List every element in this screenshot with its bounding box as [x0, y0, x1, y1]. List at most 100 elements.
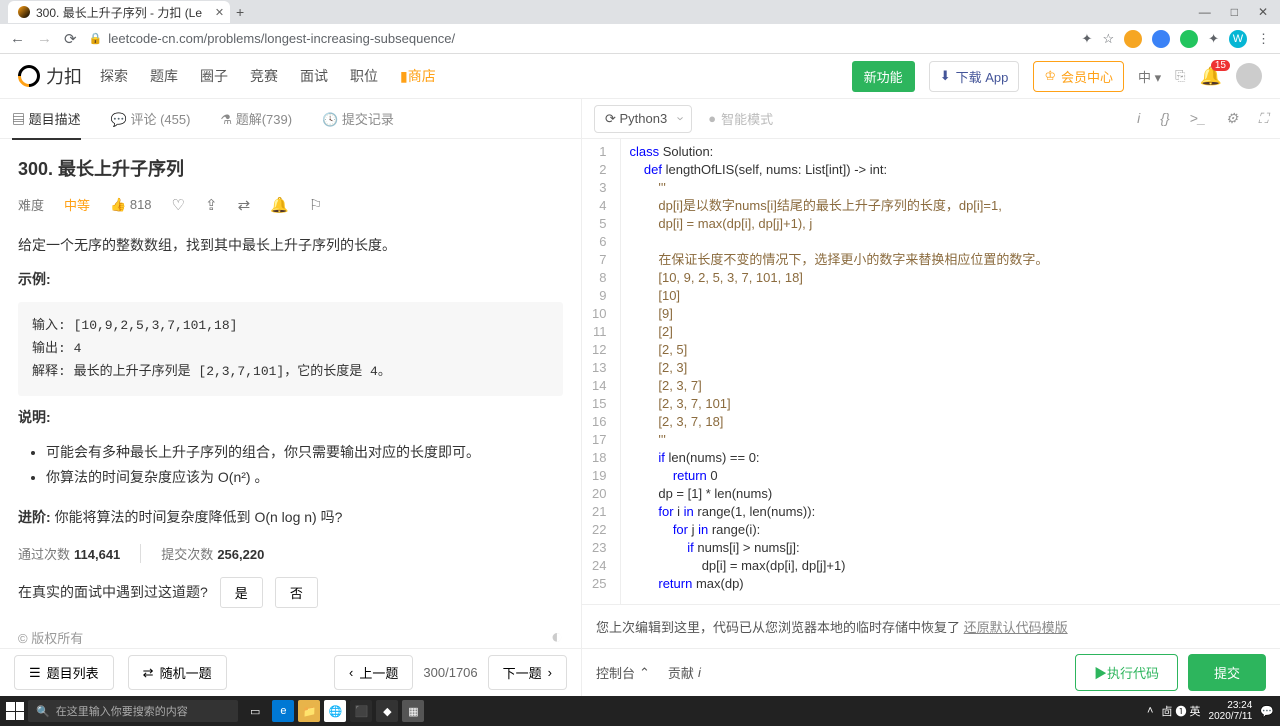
- taskbar-app[interactable]: e: [272, 700, 294, 722]
- fullscreen-icon[interactable]: ⛶: [1258, 110, 1268, 127]
- left-panel: ▤ 题目描述 💬 评论 (455) ⚗ 题解(739) 🕓 提交记录 300. …: [0, 99, 582, 696]
- window-minimize-icon[interactable]: —: [1199, 5, 1211, 19]
- ext-icon[interactable]: ☆: [1102, 31, 1114, 47]
- editor-toolbar: ⟳ Python3 ● 智能模式 i {} >_ ⚙ ⛶: [582, 99, 1280, 139]
- profile-icon[interactable]: W: [1229, 30, 1247, 48]
- problem-meta: 难度 中等 👍 818 ♡ ⇪ ⇄ 🔔 ⚐: [18, 195, 563, 214]
- favorite-icon[interactable]: ♡: [172, 196, 185, 214]
- tab-description[interactable]: ▤ 题目描述: [12, 109, 81, 140]
- problem-body: 300. 最长上升子序列 难度 中等 👍 818 ♡ ⇪ ⇄ 🔔 ⚐ 给定一个无…: [0, 139, 581, 648]
- browser-toolbar: ← → ⟳ 🔒 leetcode-cn.com/problems/longest…: [0, 24, 1280, 54]
- nav-problems[interactable]: 题库: [150, 66, 178, 86]
- settings-icon[interactable]: ⚙: [1226, 110, 1239, 127]
- restore-notice: 您上次编辑到这里，代码已从您浏览器本地的临时存储中恢复了 还原默认代码模版: [582, 604, 1280, 648]
- tab-close-icon[interactable]: ✕: [215, 6, 224, 19]
- seen-question: 在真实的面试中遇到过这道题?: [18, 582, 208, 602]
- taskbar-app[interactable]: ⬛: [350, 700, 372, 722]
- console-toggle[interactable]: 控制台 ⌃: [596, 663, 650, 682]
- taskbar-app[interactable]: ▦: [402, 700, 424, 722]
- random-button[interactable]: ⇄ 随机一题: [128, 655, 227, 690]
- lock-icon: 🔒: [89, 32, 103, 45]
- problem-list-button[interactable]: ☰ 题目列表: [14, 655, 114, 690]
- nav-contest[interactable]: 竞赛: [250, 66, 278, 86]
- next-button[interactable]: 下一题 ›: [488, 655, 567, 690]
- window-close-icon[interactable]: ✕: [1258, 5, 1268, 19]
- problem-intro: 给定一个无序的整数数组，找到其中最长上升子序列的长度。: [18, 234, 563, 258]
- seen-yes-button[interactable]: 是: [220, 577, 263, 608]
- address-bar[interactable]: 🔒 leetcode-cn.com/problems/longest-incre…: [89, 31, 1070, 46]
- feedback-icon[interactable]: ⚐: [309, 196, 322, 214]
- logo-icon: [13, 60, 44, 91]
- terminal-icon[interactable]: >_: [1190, 110, 1206, 127]
- nav-explore[interactable]: 探索: [100, 66, 128, 86]
- restore-default-link[interactable]: 还原默认代码模版: [964, 620, 1068, 635]
- back-button[interactable]: ←: [10, 30, 25, 47]
- nav-jobs[interactable]: 职位: [350, 66, 378, 86]
- ext-icon[interactable]: [1124, 30, 1142, 48]
- tray-chevron-icon[interactable]: ˄: [1147, 705, 1153, 717]
- new-tab-button[interactable]: +: [236, 4, 244, 20]
- nav-interview[interactable]: 面试: [300, 66, 328, 86]
- windows-taskbar: 🔍 在这里输入你要搜索的内容 ▭ e 📁 🌐 ⬛ ◆ ▦ ˄ 㔽 ❶ 英 23:…: [0, 696, 1280, 726]
- code-editor[interactable]: 1234567891011121314151617181920212223242…: [582, 139, 1280, 604]
- seen-no-button[interactable]: 否: [275, 577, 318, 608]
- avatar[interactable]: [1236, 63, 1262, 89]
- task-view-icon[interactable]: ▭: [250, 705, 260, 718]
- new-feature-button[interactable]: 新功能: [852, 61, 915, 92]
- difficulty-badge: 中等: [64, 195, 90, 214]
- lang-switch[interactable]: 中 ▾: [1138, 67, 1161, 86]
- logo[interactable]: 力扣: [18, 63, 82, 89]
- extensions-icon[interactable]: ✦: [1208, 31, 1219, 47]
- taskbar-app[interactable]: 🌐: [324, 700, 346, 722]
- chrome-menu-icon[interactable]: ⋮: [1257, 31, 1270, 47]
- switch-icon[interactable]: ⇄: [238, 196, 251, 214]
- submit-button[interactable]: 提交: [1188, 654, 1266, 691]
- bell-icon[interactable]: 🔔: [270, 196, 289, 214]
- notification-center-icon[interactable]: 💬: [1260, 705, 1274, 718]
- window-maximize-icon[interactable]: □: [1231, 5, 1238, 19]
- start-button[interactable]: [6, 702, 24, 720]
- tab-solutions[interactable]: ⚗ 题解(739): [220, 109, 292, 128]
- notifications-button[interactable]: 🔔15: [1200, 66, 1222, 87]
- ext-icon[interactable]: ✦: [1082, 31, 1093, 47]
- nav-store[interactable]: ▮商店: [400, 66, 436, 86]
- taskbar-clock[interactable]: 23:242020/7/11: [1209, 700, 1253, 722]
- run-code-button[interactable]: ▶执行代码: [1075, 654, 1178, 691]
- like-button[interactable]: 👍 818: [110, 197, 152, 213]
- download-app-button[interactable]: ⬇ 下载 App: [929, 61, 1020, 92]
- braces-icon[interactable]: {}: [1160, 110, 1169, 127]
- tab-comments[interactable]: 💬 评论 (455): [111, 109, 191, 128]
- reload-button[interactable]: ⟳: [64, 30, 77, 48]
- example-block: 输入: [10,9,2,5,3,7,101,18] 输出: 4 解释: 最长的上…: [18, 302, 563, 396]
- language-select[interactable]: ⟳ Python3: [594, 105, 692, 133]
- contribute-link[interactable]: 贡献 i: [668, 663, 701, 682]
- taskbar-search[interactable]: 🔍 在这里输入你要搜索的内容: [28, 700, 238, 722]
- ext-icon[interactable]: [1180, 30, 1198, 48]
- site-header: 力扣 探索 题库 圈子 竞赛 面试 职位 ▮商店 新功能 ⬇ 下载 App ♔ …: [0, 54, 1280, 99]
- info-icon[interactable]: i: [1137, 110, 1140, 127]
- browser-tab[interactable]: 300. 最长上升子序列 - 力扣 (Le ✕: [8, 1, 230, 23]
- taskbar-app[interactable]: 📁: [298, 700, 320, 722]
- copyright-text: © 版权所有: [18, 628, 83, 647]
- tab-submissions[interactable]: 🕓 提交记录: [322, 109, 394, 128]
- right-panel: ⟳ Python3 ● 智能模式 i {} >_ ⚙ ⛶ 12345678910…: [582, 99, 1280, 696]
- problem-title: 300. 最长上升子序列: [18, 155, 563, 181]
- pass-count: 通过次数114,641: [18, 544, 120, 563]
- playground-icon[interactable]: ⎘: [1175, 68, 1185, 84]
- left-footer: ☰ 题目列表 ⇄ 随机一题 ‹ 上一题 300/1706 下一题 ›: [0, 648, 581, 696]
- tab-favicon: [18, 6, 30, 18]
- ext-icon[interactable]: [1152, 30, 1170, 48]
- submit-count: 提交次数256,220: [161, 544, 264, 563]
- share-icon[interactable]: ⇪: [205, 196, 218, 214]
- taskbar-app[interactable]: ◆: [376, 700, 398, 722]
- smart-mode-toggle[interactable]: ● 智能模式: [708, 109, 773, 128]
- tray-ime[interactable]: 㔽 ❶ 英: [1161, 703, 1200, 719]
- note-item: 你算法的时间复杂度应该为 O(n²) 。: [46, 465, 563, 490]
- member-center-button[interactable]: ♔ 会员中心: [1033, 61, 1124, 92]
- problem-counter: 300/1706: [423, 665, 477, 680]
- nav-circle[interactable]: 圈子: [200, 66, 228, 86]
- browser-tab-strip: 300. 最长上升子序列 - 力扣 (Le ✕ + — □ ✕: [0, 0, 1280, 24]
- tab-title: 300. 最长上升子序列 - 力扣 (Le: [36, 4, 202, 21]
- forward-button[interactable]: →: [37, 30, 52, 47]
- prev-button[interactable]: ‹ 上一题: [334, 655, 413, 690]
